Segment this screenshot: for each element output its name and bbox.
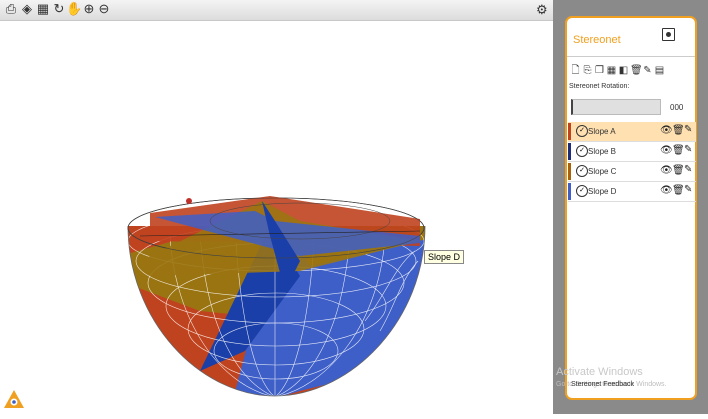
pencil-icon[interactable]: ✎ (684, 144, 692, 155)
slope-color-swatch (568, 163, 571, 180)
trash-icon[interactable]: 🗑 (672, 185, 685, 196)
pencil-icon[interactable]: ✎ (684, 184, 692, 195)
paste-icon[interactable]: ❐ (594, 65, 605, 77)
divider (567, 56, 695, 57)
top-toolbar: ⎙ ◈ ▦ ↻ ✋ ⊕ ⊖ ⚙ (0, 0, 553, 21)
screenshot-icon[interactable] (662, 28, 675, 41)
grid-icon[interactable]: ▦ (606, 65, 617, 77)
slope-name: Slope B (588, 147, 617, 156)
rotate-icon[interactable]: ↻ (52, 2, 66, 16)
check-icon[interactable]: ✓ (576, 185, 588, 197)
cube-icon[interactable]: ◈ (20, 2, 34, 16)
check-icon[interactable]: ✓ (576, 145, 588, 157)
check-icon[interactable]: ✓ (576, 125, 588, 137)
slope-list: ✓ Slope A 👁 🗑 ✎ ✓ Slope B 👁 🗑 ✎ ✓ Slope … (568, 122, 696, 202)
zoom-out-icon[interactable]: ⊖ (97, 2, 111, 16)
stereonet-panel: Stereonet 🗋 ⎘ ❐ ▦ ◧ 🗑✎ ▤ Stereonet Rotation: 0… (565, 16, 697, 400)
stereonet-feedback-link[interactable]: Stereonet Feedback (571, 381, 634, 388)
trash-icon[interactable]: 🗑 (672, 145, 685, 156)
split-icon[interactable]: ◧ (618, 65, 629, 77)
zoom-in-icon[interactable]: ⊕ (82, 2, 96, 16)
list-item[interactable]: ✓ Slope C 👁 🗑 ✎ (568, 162, 696, 182)
rotation-slider[interactable] (571, 99, 661, 115)
trash-icon[interactable]: 🗑 (672, 125, 685, 136)
trash-icon[interactable]: 🗑 (672, 165, 685, 176)
warning-logo-icon[interactable] (3, 389, 25, 409)
copy-icon[interactable]: ⎘ (582, 65, 593, 77)
new-file-icon[interactable]: 🗋 (570, 65, 581, 77)
pencil-icon[interactable]: ✎ (684, 164, 692, 175)
pencil-icon[interactable]: ✎ (684, 124, 692, 135)
stereonet-hemisphere[interactable] (0, 21, 553, 414)
slope-tooltip: Slope D (424, 250, 465, 264)
eye-icon[interactable]: 👁 (660, 185, 673, 196)
gear-icon[interactable]: ⚙ (536, 2, 548, 18)
3d-viewport[interactable] (0, 21, 553, 414)
slope-name: Slope A (588, 127, 616, 136)
calculator-icon[interactable]: ▤ (654, 65, 665, 77)
list-item[interactable]: ✓ Slope A 👁 🗑 ✎ (568, 122, 696, 142)
print-icon[interactable]: ⎙ (4, 2, 18, 16)
rotation-label: Stereonet Rotation: (569, 83, 630, 90)
export-icon[interactable]: ▦ (36, 2, 50, 16)
panel-title: Stereonet (573, 34, 621, 46)
activate-windows-watermark: Activate Windows (556, 366, 643, 378)
pole-marker[interactable] (186, 198, 192, 204)
rotation-value: 000 (670, 103, 684, 112)
delete-icon[interactable]: 🗑 (630, 65, 643, 77)
check-icon[interactable]: ✓ (576, 165, 588, 177)
eye-icon[interactable]: 👁 (660, 145, 673, 156)
eye-icon[interactable]: 👁 (660, 125, 673, 136)
list-item[interactable]: ✓ Slope D 👁 🗑 ✎ (568, 182, 696, 202)
edit-icon[interactable]: ✎ (642, 65, 653, 77)
list-item[interactable]: ✓ Slope B 👁 🗑 ✎ (568, 142, 696, 162)
pan-hand-icon[interactable]: ✋ (66, 2, 82, 16)
eye-icon[interactable]: 👁 (660, 165, 673, 176)
slope-name: Slope D (588, 187, 617, 196)
slope-name: Slope C (588, 167, 617, 176)
slope-color-swatch (568, 183, 571, 200)
panel-toolbar: 🗋 ⎘ ❐ ▦ ◧ 🗑✎ ▤ (570, 60, 666, 77)
slope-color-swatch (568, 143, 571, 160)
slope-color-swatch (568, 123, 571, 140)
